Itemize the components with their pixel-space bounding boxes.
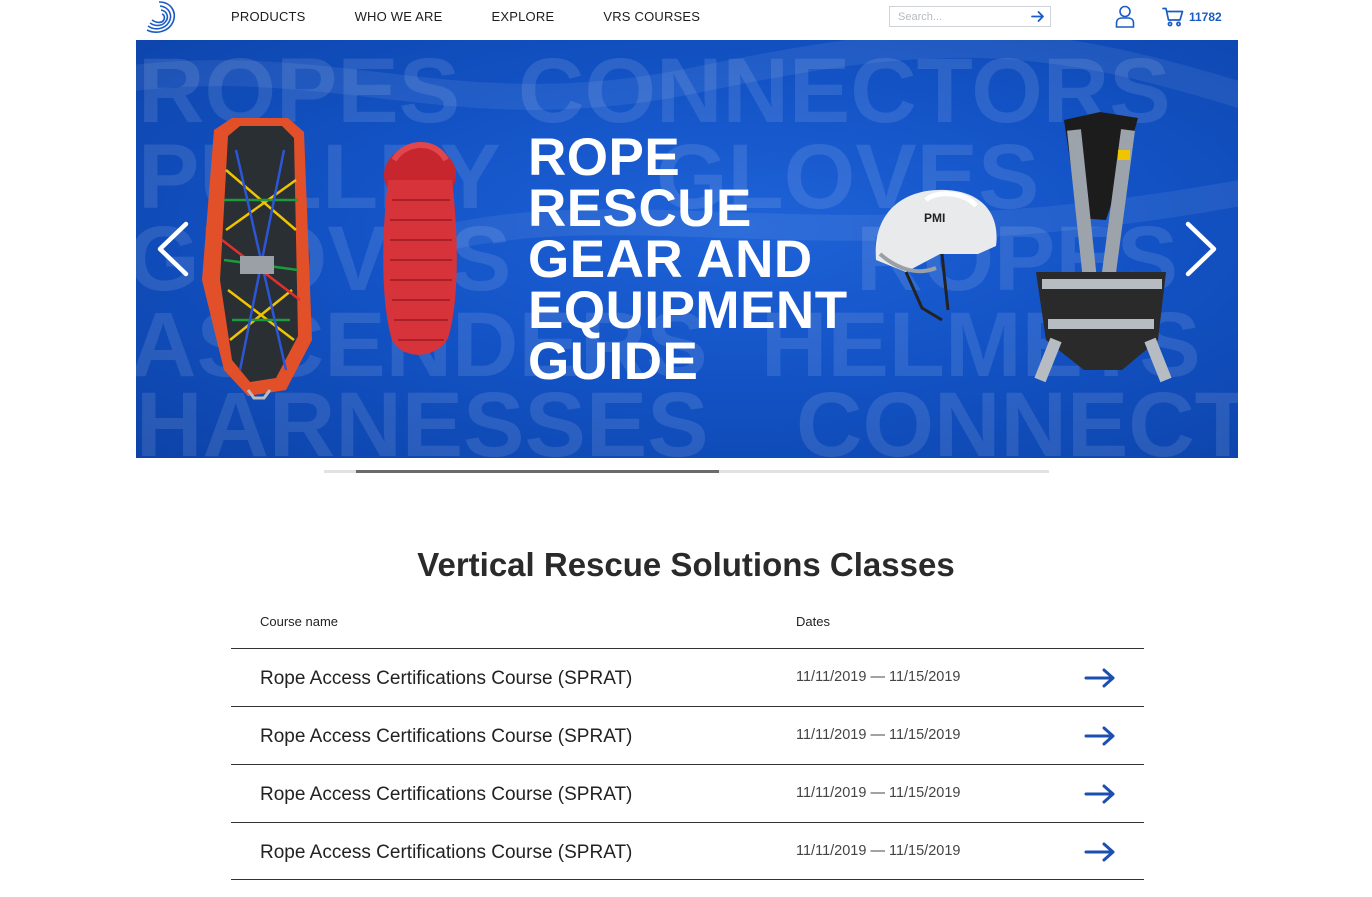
course-dates: 11/11/2019 — 11/15/2019 [796,727,961,743]
table-row[interactable]: Rope Access Certifications Course (SPRAT… [231,648,1144,706]
search-input[interactable] [890,7,1025,27]
arrow-right-icon[interactable] [1084,668,1116,688]
search-box [889,6,1051,27]
table-row[interactable]: Rope Access Certifications Course (SPRAT… [231,822,1144,880]
column-header-course-name: Course name [260,614,339,629]
course-dates: 11/11/2019 — 11/15/2019 [796,843,961,859]
course-name: Rope Access Certifications Course (SPRAT… [260,668,633,689]
classes-table: Rope Access Certifications Course (SPRAT… [231,648,1144,880]
svg-text:PMI: PMI [924,211,945,225]
table-row[interactable]: Rope Access Certifications Course (SPRAT… [231,764,1144,822]
column-header-dates: Dates [796,614,830,629]
account-user-icon[interactable] [1114,5,1136,28]
cart-icon [1162,7,1184,27]
cart-count: 11782 [1189,10,1222,24]
arrow-right-icon[interactable] [1084,784,1116,804]
hero-title-line: EQUIPMENT [528,281,848,340]
hero-banner[interactable]: ROPES CONNECTORS PULLEY GLOVES GLOVES RO… [136,40,1238,458]
course-name: Rope Access Certifications Course (SPRAT… [260,726,633,747]
nav-explore[interactable]: EXPLORE [492,9,555,24]
carousel-progress-track[interactable] [324,470,1049,473]
hero-title-line: ROPE [528,128,681,187]
brand-logo-icon[interactable] [141,0,179,36]
cart-button[interactable]: 11782 [1162,6,1222,28]
course-name: Rope Access Certifications Course (SPRAT… [260,842,633,863]
hero-title-line: GEAR AND [528,230,813,289]
section-title: Vertical Rescue Solutions Classes [417,546,955,583]
hero-title-line: GUIDE [528,332,699,391]
main-nav: PRODUCTS WHO WE ARE EXPLORE VRS COURSES [231,0,749,32]
arrow-right-icon[interactable] [1084,842,1116,862]
table-row[interactable]: Rope Access Certifications Course (SPRAT… [231,706,1144,764]
site-header: PRODUCTS WHO WE ARE EXPLORE VRS COURSES … [0,0,1372,40]
nav-who-we-are[interactable]: WHO WE ARE [355,9,443,24]
arrow-right-icon[interactable] [1084,726,1116,746]
hero-title-line: RESCUE [528,179,752,238]
course-dates: 11/11/2019 — 11/15/2019 [796,669,961,685]
nav-vrs-courses[interactable]: VRS COURSES [603,9,700,24]
course-name: Rope Access Certifications Course (SPRAT… [260,784,633,805]
carousel-progress-fill [356,470,719,473]
carousel-next-chevron-right-icon[interactable] [1184,220,1220,278]
carousel-prev-chevron-left-icon[interactable] [154,220,190,278]
hero-title: ROPE RESCUE GEAR AND EQUIPMENT GUIDE [528,128,868,391]
search-submit-arrow-icon[interactable] [1031,10,1045,23]
nav-products[interactable]: PRODUCTS [231,9,306,24]
coiled-rope-image [383,142,457,355]
course-dates: 11/11/2019 — 11/15/2019 [796,785,961,801]
